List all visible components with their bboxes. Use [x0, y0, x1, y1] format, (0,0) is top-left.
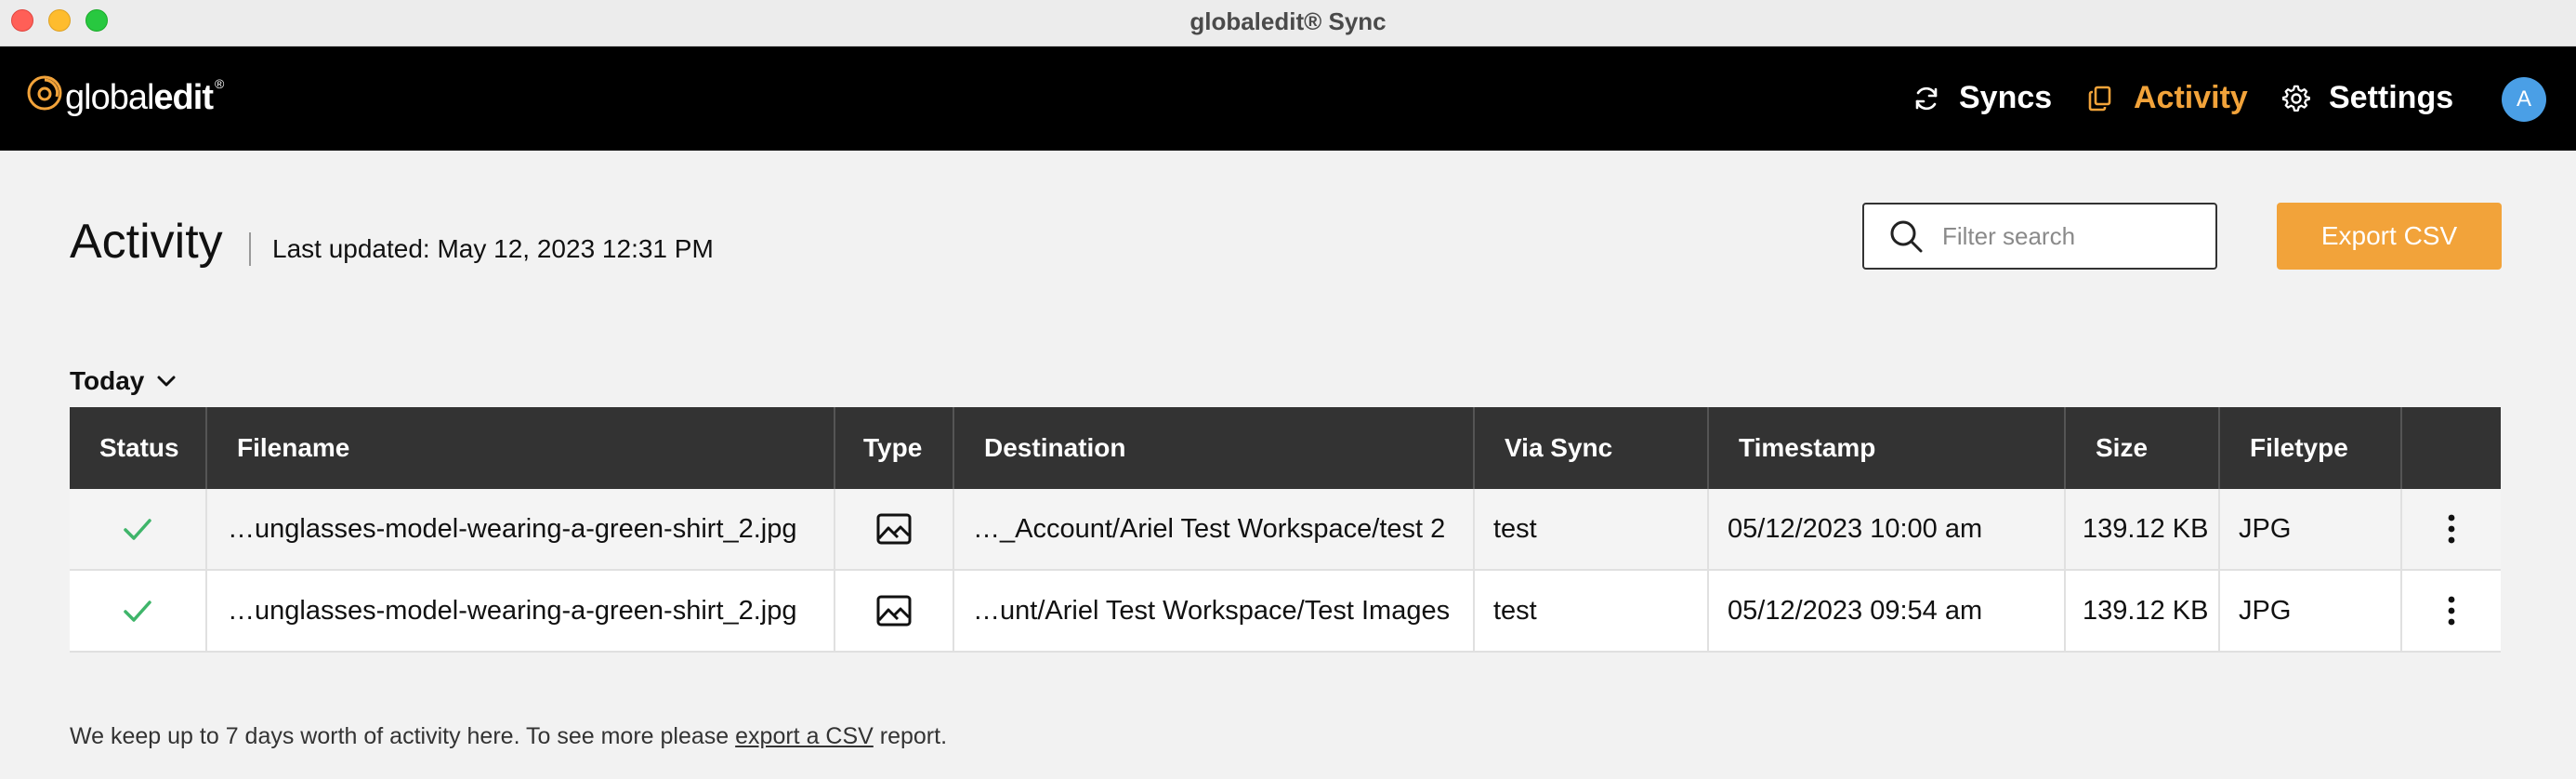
- chevron-down-icon: [157, 376, 176, 387]
- checkmark-icon: [124, 519, 151, 540]
- image-icon: [876, 595, 912, 627]
- user-avatar[interactable]: A: [2502, 77, 2546, 122]
- column-header-type[interactable]: Type: [835, 407, 954, 489]
- column-header-filename[interactable]: Filename: [207, 407, 835, 489]
- globaledit-logo-icon: [27, 75, 62, 111]
- row-actions-cell: [2402, 489, 2501, 569]
- gear-icon: [2282, 85, 2310, 112]
- status-cell: [70, 571, 207, 651]
- column-header-actions: [2402, 407, 2501, 489]
- via-sync-cell: test: [1475, 489, 1709, 569]
- table-header-row: Status Filename Type Destination Via Syn…: [70, 407, 2501, 489]
- logo-wordmark: globaledit: [65, 78, 214, 117]
- destination-cell: …_Account/Ariel Test Workspace/test 2: [954, 489, 1475, 569]
- row-actions-cell: [2402, 571, 2501, 651]
- table-row[interactable]: …unglasses-model-wearing-a-green-shirt_2…: [70, 489, 2501, 571]
- filetype-cell: JPG: [2220, 489, 2402, 569]
- app-header: globaledit ® Syncs Activity Settings A: [0, 46, 2576, 151]
- activity-icon: [2088, 86, 2111, 111]
- checkmark-icon: [124, 601, 151, 622]
- activity-table: Status Filename Type Destination Via Syn…: [70, 407, 2501, 653]
- window-title: globaledit® Sync: [1189, 7, 1387, 35]
- size-cell: 139.12 KB: [2066, 571, 2220, 651]
- column-header-status[interactable]: Status: [70, 407, 207, 489]
- globaledit-logo[interactable]: globaledit ®: [26, 74, 225, 117]
- filter-search-input[interactable]: [1942, 221, 2202, 251]
- more-vertical-icon[interactable]: [2446, 594, 2457, 627]
- size-cell: 139.12 KB: [2066, 489, 2220, 569]
- nav-syncs-label: Syncs: [1959, 80, 2053, 115]
- nav-syncs[interactable]: Syncs: [1912, 80, 2052, 116]
- logo-registered-mark: ®: [214, 76, 225, 91]
- column-header-timestamp[interactable]: Timestamp: [1709, 407, 2066, 489]
- filename-cell: …unglasses-model-wearing-a-green-shirt_2…: [207, 571, 835, 651]
- filetype-cell: JPG: [2220, 571, 2402, 651]
- column-header-destination[interactable]: Destination: [954, 407, 1475, 489]
- retention-note: We keep up to 7 days worth of activity h…: [70, 723, 947, 750]
- via-sync-cell: test: [1475, 571, 1709, 651]
- search-icon: [1890, 220, 1923, 253]
- sync-icon: [1915, 86, 1938, 110]
- column-header-filetype[interactable]: Filetype: [2220, 407, 2402, 489]
- destination-cell: …unt/Ariel Test Workspace/Test Images: [954, 571, 1475, 651]
- last-updated-text: Last updated: May 12, 2023 12:31 PM: [272, 234, 714, 263]
- title-divider: [249, 232, 251, 266]
- filename-cell: …unglasses-model-wearing-a-green-shirt_2…: [207, 489, 835, 569]
- date-range-dropdown[interactable]: Today: [70, 366, 177, 396]
- export-csv-button[interactable]: Export CSV: [2277, 203, 2502, 270]
- type-cell: [835, 571, 954, 651]
- filter-search-box[interactable]: [1862, 203, 2217, 270]
- table-row[interactable]: …unglasses-model-wearing-a-green-shirt_2…: [70, 571, 2501, 653]
- nav-settings-label: Settings: [2329, 80, 2454, 115]
- image-icon: [876, 513, 912, 545]
- page-title: Activity: [70, 215, 223, 269]
- status-cell: [70, 489, 207, 569]
- retention-note-suffix: report.: [873, 723, 948, 749]
- column-header-via-sync[interactable]: Via Sync: [1475, 407, 1709, 489]
- export-csv-link[interactable]: export a CSV: [735, 723, 874, 749]
- column-header-size[interactable]: Size: [2066, 407, 2220, 489]
- nav-activity-label: Activity: [2134, 80, 2248, 115]
- nav-activity[interactable]: Activity: [2087, 80, 2248, 116]
- type-cell: [835, 489, 954, 569]
- window-titlebar: globaledit® Sync: [0, 0, 2576, 46]
- timestamp-cell: 05/12/2023 09:54 am: [1709, 571, 2066, 651]
- more-vertical-icon[interactable]: [2446, 512, 2457, 546]
- timestamp-cell: 05/12/2023 10:00 am: [1709, 489, 2066, 569]
- retention-note-text: We keep up to 7 days worth of activity h…: [70, 723, 736, 749]
- nav-settings[interactable]: Settings: [2282, 80, 2453, 116]
- date-range-selected: Today: [70, 366, 145, 395]
